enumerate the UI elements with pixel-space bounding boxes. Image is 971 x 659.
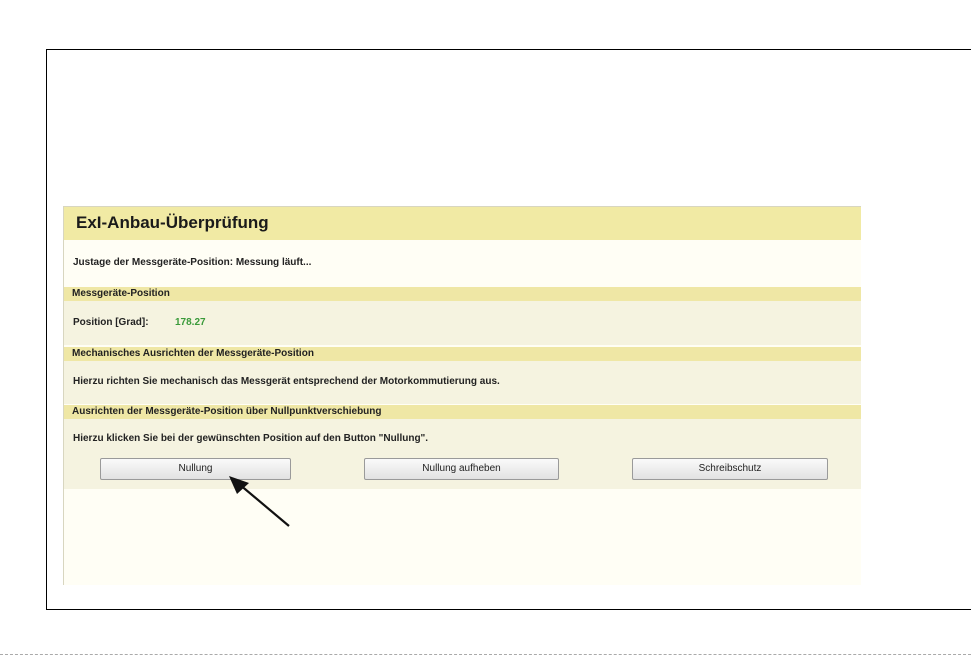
status-text: Justage der Messgeräte-Position: Messung…	[73, 257, 312, 268]
page-title: ExI-Anbau-Überprüfung	[76, 213, 269, 232]
zero-shift-text: Hierzu klicken Sie bei der gewünschten P…	[73, 433, 429, 444]
check-panel: ExI-Anbau-Überprüfung Justage der Messge…	[63, 206, 861, 585]
section-header-zero-shift: Ausrichten der Messgeräte-Position über …	[64, 405, 861, 419]
section-header-mechanical: Mechanisches Ausrichten der Messgeräte-P…	[64, 347, 861, 361]
nullung-aufheben-button[interactable]: Nullung aufheben	[364, 458, 559, 480]
section-header-position: Messgeräte-Position	[64, 287, 861, 301]
arrow-pointer-icon	[229, 476, 290, 527]
page-divider	[0, 654, 971, 655]
title-bar: ExI-Anbau-Überprüfung	[64, 207, 861, 240]
position-label: Position [Grad]:	[73, 317, 149, 328]
section-header-position-label: Messgeräte-Position	[72, 288, 170, 299]
schreibschutz-button[interactable]: Schreibschutz	[632, 458, 828, 480]
section-body-mechanical: Hierzu richten Sie mechanisch das Messge…	[64, 361, 861, 404]
section-header-mechanical-label: Mechanisches Ausrichten der Messgeräte-P…	[72, 348, 314, 359]
section-header-zero-shift-label: Ausrichten der Messgeräte-Position über …	[72, 406, 382, 417]
mechanical-text: Hierzu richten Sie mechanisch das Messge…	[73, 376, 500, 387]
section-body-position: Position [Grad]: 178.27	[64, 301, 861, 345]
position-value: 178.27	[175, 317, 206, 328]
